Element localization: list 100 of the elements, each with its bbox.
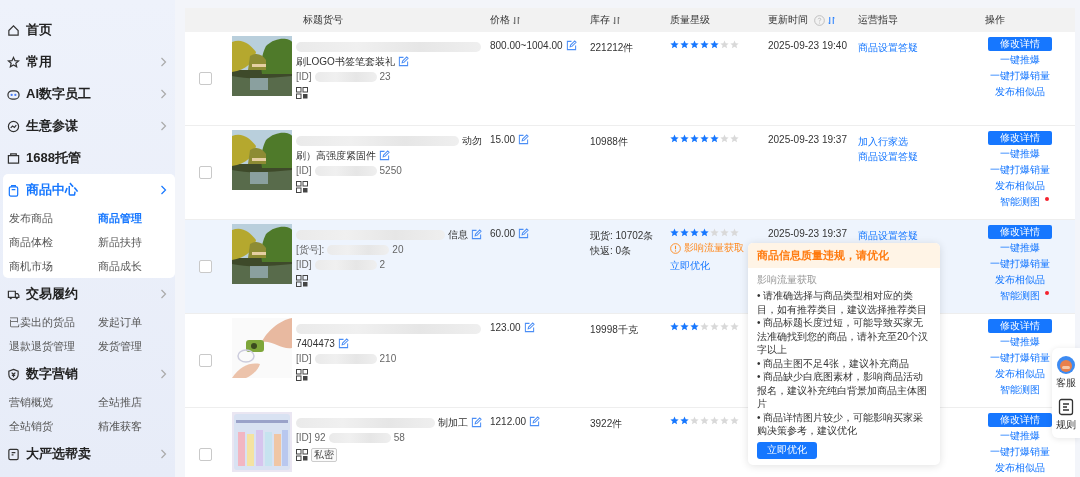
edit-details-button[interactable]: 修改详情 — [987, 37, 1052, 51]
stock-text: 221212件 — [590, 41, 635, 55]
action-link[interactable]: 一键推爆 — [999, 428, 1040, 444]
star-icon — [700, 134, 709, 143]
checkbox[interactable] — [198, 448, 212, 461]
star-icon — [710, 322, 719, 331]
star-icon — [710, 228, 719, 237]
star-icon — [670, 322, 679, 331]
action-link[interactable]: 一键打爆销量 — [989, 68, 1050, 84]
edit-details-button[interactable]: 修改详情 — [987, 225, 1052, 239]
toolbar-label[interactable]: 客服 — [1056, 376, 1076, 390]
price-text: 800.00~1004.00 — [490, 40, 563, 51]
private-tag: 私密 — [311, 448, 337, 462]
edit-icon — [518, 134, 530, 145]
star-icon — [670, 416, 679, 425]
bag-icon — [7, 183, 20, 197]
stock-text: 快返: 0条 — [590, 244, 633, 258]
id-label: [ID] — [296, 165, 312, 176]
edit-details-button[interactable]: 修改详情 — [987, 131, 1052, 145]
id-label: [货号]: — [296, 242, 325, 257]
toolbar-label[interactable]: 规则 — [1056, 418, 1076, 432]
action-link[interactable]: 一键打爆销量 — [989, 350, 1050, 366]
sidebar-subitem[interactable]: 发布商品 — [9, 206, 53, 230]
id-value: 23 — [379, 71, 391, 82]
sidebar-subitem[interactable]: 全站销货 — [9, 414, 53, 438]
star-icon — [670, 134, 679, 143]
action-link[interactable]: 发布相似品 — [994, 178, 1045, 194]
action-link[interactable]: 一键打爆销量 — [989, 162, 1050, 178]
action-link[interactable]: 一键打爆销量 — [989, 256, 1050, 272]
sidebar-item[interactable]: 生意参谋 — [3, 110, 175, 142]
checkbox[interactable] — [198, 166, 212, 179]
tooltip-subtitle: 影响流量获取 — [757, 273, 818, 287]
guidance-link[interactable]: 商品设置答疑 — [858, 228, 918, 243]
column-header: 运营指导 — [858, 13, 898, 27]
edit-icon — [523, 322, 535, 333]
tooltip-item: • 商品标题长度过短，可能导致买家无法准确找到您的商品，请补充至20个汉字以上 — [757, 316, 930, 357]
qr-code-icon — [296, 369, 308, 381]
id-value: 2 — [379, 259, 386, 270]
star-icon — [720, 416, 729, 425]
action-link[interactable]: 发布相似品 — [994, 272, 1045, 288]
checkbox[interactable] — [198, 260, 212, 273]
blurred-text — [328, 432, 391, 443]
sidebar-subitem[interactable]: 新品扶持 — [98, 230, 142, 254]
star-icon — [730, 228, 739, 237]
home-icon — [7, 23, 20, 37]
guidance-link[interactable]: 商品设置答疑 — [858, 149, 918, 164]
sidebar-subitem[interactable]: 精准获客 — [98, 414, 142, 438]
star-icon — [710, 134, 719, 143]
action-link[interactable]: 智能测图 — [999, 194, 1040, 210]
sidebar-subitem[interactable]: 发货管理 — [98, 334, 142, 358]
optimize-button[interactable]: 立即优化 — [757, 441, 817, 459]
action-link[interactable]: 发布相似品 — [994, 366, 1045, 382]
edit-details-button[interactable]: 修改详情 — [987, 413, 1052, 427]
sidebar-subitem[interactable]: 商品体检 — [9, 230, 53, 254]
action-link[interactable]: 发布相似品 — [994, 460, 1045, 476]
action-link[interactable]: 一键打爆销量 — [989, 444, 1050, 460]
action-link[interactable]: 发布相似品 — [994, 84, 1045, 100]
robot-icon — [7, 87, 20, 101]
sidebar-item[interactable]: 大严选帮卖 — [3, 438, 175, 470]
sidebar-subitem[interactable]: 营销概览 — [9, 390, 53, 414]
action-link[interactable]: 一键推爆 — [999, 146, 1040, 162]
star-icon — [730, 416, 739, 425]
sidebar-subitem[interactable]: 退款退货管理 — [9, 334, 75, 358]
action-link[interactable]: 智能测图 — [999, 288, 1040, 304]
sidebar-item[interactable]: AI数字员工 — [3, 78, 175, 110]
checkbox[interactable] — [198, 72, 212, 85]
guidance-link[interactable]: 商品设置答疑 — [858, 40, 918, 55]
action-link[interactable]: 智能测图 — [999, 382, 1040, 398]
sidebar-subitem[interactable]: 商品成长 — [98, 254, 142, 278]
star-icon — [690, 228, 699, 237]
edit-details-button[interactable]: 修改详情 — [987, 319, 1052, 333]
guidance-link[interactable]: 加入行家选 — [858, 134, 908, 149]
stock-text: 现货: 10702条 — [590, 229, 655, 243]
action-link[interactable]: 一键推爆 — [999, 52, 1040, 68]
sidebar-subitem[interactable]: 商机市场 — [9, 254, 53, 278]
sidebar-subitem[interactable]: 已卖出的货品 — [9, 310, 75, 334]
star-icon — [720, 228, 729, 237]
sidebar-subitem[interactable]: 发起订单 — [98, 310, 142, 334]
sidebar-item[interactable]: 商品中心 — [3, 174, 175, 206]
action-link[interactable]: 一键推爆 — [999, 240, 1040, 256]
star-icon — [680, 416, 689, 425]
tooltip-item: • 商品缺少白底图素材，影响商品活动报名，建议补充纯白背景加商品主体图片 — [757, 370, 928, 411]
price-text: 15.00 — [490, 134, 516, 145]
sidebar-subitem[interactable]: 商品管理 — [98, 206, 142, 230]
sidebar-subitem[interactable]: 全站推店 — [98, 390, 142, 414]
product-title: 刷）高强度紧固件 — [296, 148, 376, 163]
column-header: 库存 — [590, 13, 610, 27]
optimize-link[interactable]: 立即优化 — [670, 258, 710, 273]
sidebar-item[interactable]: 常用 — [3, 46, 175, 78]
column-header: 操作 — [985, 13, 1005, 27]
checkbox[interactable] — [198, 354, 212, 367]
sidebar-item[interactable]: 首页 — [3, 14, 175, 46]
star-icon — [670, 228, 679, 237]
star-icon — [680, 40, 689, 49]
sidebar-item[interactable]: 交易履约 — [3, 278, 175, 310]
action-link[interactable]: 一键推爆 — [999, 334, 1040, 350]
star-icon — [670, 40, 679, 49]
star-icon — [680, 322, 689, 331]
sidebar-item[interactable]: 数字营销 — [3, 358, 175, 390]
sidebar-item[interactable]: 1688托管 — [3, 142, 175, 174]
